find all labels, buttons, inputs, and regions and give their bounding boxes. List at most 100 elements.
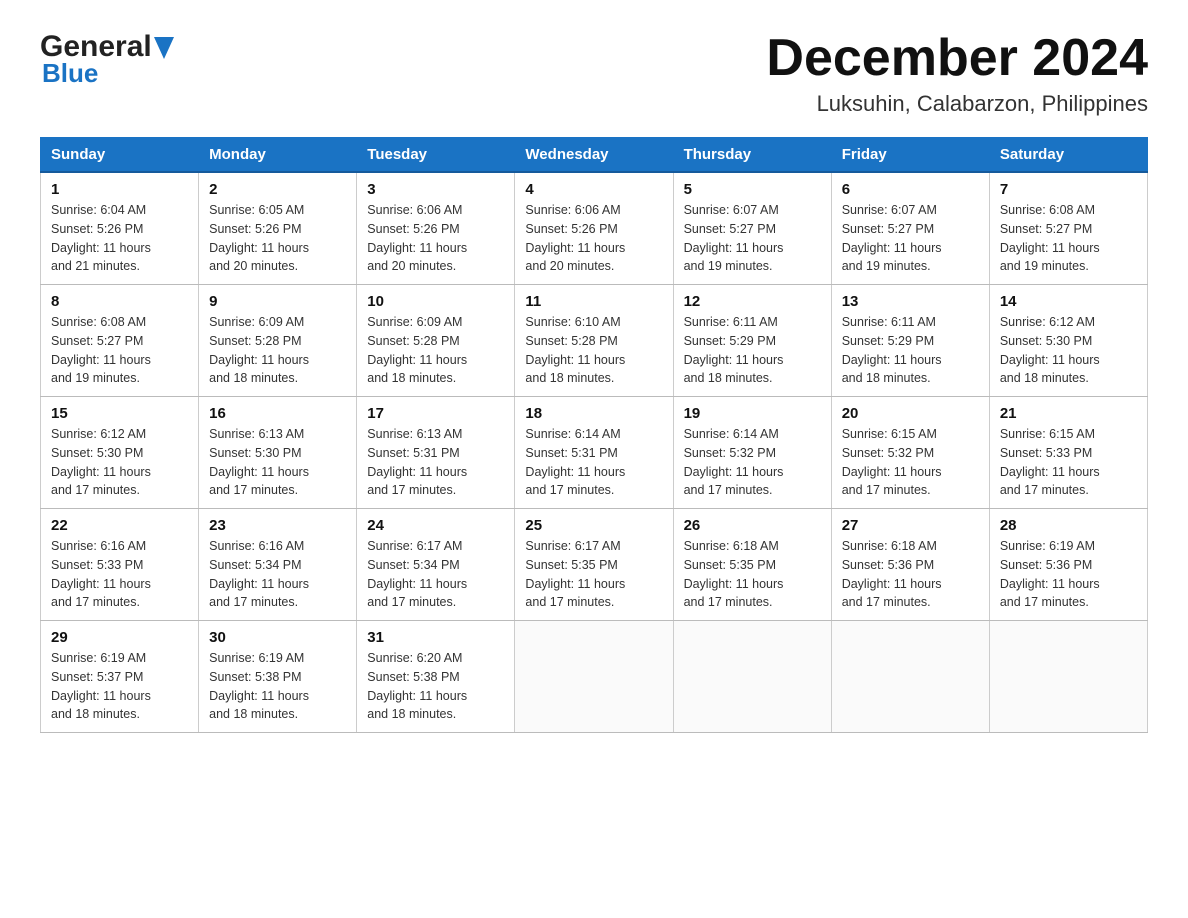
day-number: 2 xyxy=(209,181,346,198)
calendar-cell: 2 Sunrise: 6:05 AM Sunset: 5:26 PM Dayli… xyxy=(199,172,357,285)
calendar-cell: 11 Sunrise: 6:10 AM Sunset: 5:28 PM Dayl… xyxy=(515,285,673,397)
day-number: 5 xyxy=(684,181,821,198)
calendar-cell: 15 Sunrise: 6:12 AM Sunset: 5:30 PM Dayl… xyxy=(41,397,199,509)
calendar-cell: 8 Sunrise: 6:08 AM Sunset: 5:27 PM Dayli… xyxy=(41,285,199,397)
day-number: 15 xyxy=(51,405,188,422)
day-info: Sunrise: 6:06 AM Sunset: 5:26 PM Dayligh… xyxy=(367,201,504,276)
day-info: Sunrise: 6:16 AM Sunset: 5:34 PM Dayligh… xyxy=(209,537,346,612)
day-info: Sunrise: 6:19 AM Sunset: 5:36 PM Dayligh… xyxy=(1000,537,1137,612)
day-number: 24 xyxy=(367,517,504,534)
day-number: 6 xyxy=(842,181,979,198)
calendar-cell: 22 Sunrise: 6:16 AM Sunset: 5:33 PM Dayl… xyxy=(41,509,199,621)
calendar-cell: 17 Sunrise: 6:13 AM Sunset: 5:31 PM Dayl… xyxy=(357,397,515,509)
day-info: Sunrise: 6:13 AM Sunset: 5:30 PM Dayligh… xyxy=(209,425,346,500)
day-info: Sunrise: 6:09 AM Sunset: 5:28 PM Dayligh… xyxy=(209,313,346,388)
day-number: 4 xyxy=(525,181,662,198)
page-title: December 2024 xyxy=(766,30,1148,87)
calendar-cell: 5 Sunrise: 6:07 AM Sunset: 5:27 PM Dayli… xyxy=(673,172,831,285)
calendar-cell: 9 Sunrise: 6:09 AM Sunset: 5:28 PM Dayli… xyxy=(199,285,357,397)
day-number: 21 xyxy=(1000,405,1137,422)
calendar-day-header-friday: Friday xyxy=(831,138,989,173)
calendar-cell: 20 Sunrise: 6:15 AM Sunset: 5:32 PM Dayl… xyxy=(831,397,989,509)
day-info: Sunrise: 6:14 AM Sunset: 5:32 PM Dayligh… xyxy=(684,425,821,500)
day-info: Sunrise: 6:15 AM Sunset: 5:33 PM Dayligh… xyxy=(1000,425,1137,500)
page-header: General Blue December 2024 Luksuhin, Cal… xyxy=(40,30,1148,117)
page-subtitle: Luksuhin, Calabarzon, Philippines xyxy=(766,91,1148,117)
calendar-cell: 19 Sunrise: 6:14 AM Sunset: 5:32 PM Dayl… xyxy=(673,397,831,509)
day-info: Sunrise: 6:07 AM Sunset: 5:27 PM Dayligh… xyxy=(842,201,979,276)
calendar-week-row: 15 Sunrise: 6:12 AM Sunset: 5:30 PM Dayl… xyxy=(41,397,1148,509)
calendar-cell: 30 Sunrise: 6:19 AM Sunset: 5:38 PM Dayl… xyxy=(199,621,357,733)
day-number: 30 xyxy=(209,629,346,646)
logo-arrow-icon xyxy=(154,37,174,59)
calendar-cell: 31 Sunrise: 6:20 AM Sunset: 5:38 PM Dayl… xyxy=(357,621,515,733)
day-info: Sunrise: 6:09 AM Sunset: 5:28 PM Dayligh… xyxy=(367,313,504,388)
calendar-cell: 7 Sunrise: 6:08 AM Sunset: 5:27 PM Dayli… xyxy=(989,172,1147,285)
day-number: 7 xyxy=(1000,181,1137,198)
calendar-day-header-tuesday: Tuesday xyxy=(357,138,515,173)
calendar-header-row: SundayMondayTuesdayWednesdayThursdayFrid… xyxy=(41,138,1148,173)
day-info: Sunrise: 6:06 AM Sunset: 5:26 PM Dayligh… xyxy=(525,201,662,276)
title-block: December 2024 Luksuhin, Calabarzon, Phil… xyxy=(766,30,1148,117)
calendar-week-row: 29 Sunrise: 6:19 AM Sunset: 5:37 PM Dayl… xyxy=(41,621,1148,733)
day-info: Sunrise: 6:04 AM Sunset: 5:26 PM Dayligh… xyxy=(51,201,188,276)
calendar-day-header-sunday: Sunday xyxy=(41,138,199,173)
day-number: 16 xyxy=(209,405,346,422)
day-info: Sunrise: 6:11 AM Sunset: 5:29 PM Dayligh… xyxy=(842,313,979,388)
day-number: 3 xyxy=(367,181,504,198)
calendar-cell: 14 Sunrise: 6:12 AM Sunset: 5:30 PM Dayl… xyxy=(989,285,1147,397)
day-number: 19 xyxy=(684,405,821,422)
calendar-cell: 25 Sunrise: 6:17 AM Sunset: 5:35 PM Dayl… xyxy=(515,509,673,621)
calendar-cell: 6 Sunrise: 6:07 AM Sunset: 5:27 PM Dayli… xyxy=(831,172,989,285)
day-number: 1 xyxy=(51,181,188,198)
day-info: Sunrise: 6:17 AM Sunset: 5:35 PM Dayligh… xyxy=(525,537,662,612)
calendar-cell: 24 Sunrise: 6:17 AM Sunset: 5:34 PM Dayl… xyxy=(357,509,515,621)
day-number: 28 xyxy=(1000,517,1137,534)
day-info: Sunrise: 6:18 AM Sunset: 5:36 PM Dayligh… xyxy=(842,537,979,612)
calendar-cell xyxy=(831,621,989,733)
calendar-cell xyxy=(515,621,673,733)
day-number: 13 xyxy=(842,293,979,310)
day-info: Sunrise: 6:12 AM Sunset: 5:30 PM Dayligh… xyxy=(1000,313,1137,388)
calendar-cell: 12 Sunrise: 6:11 AM Sunset: 5:29 PM Dayl… xyxy=(673,285,831,397)
calendar-cell: 3 Sunrise: 6:06 AM Sunset: 5:26 PM Dayli… xyxy=(357,172,515,285)
day-info: Sunrise: 6:20 AM Sunset: 5:38 PM Dayligh… xyxy=(367,649,504,724)
day-info: Sunrise: 6:08 AM Sunset: 5:27 PM Dayligh… xyxy=(1000,201,1137,276)
day-number: 9 xyxy=(209,293,346,310)
day-info: Sunrise: 6:19 AM Sunset: 5:37 PM Dayligh… xyxy=(51,649,188,724)
day-info: Sunrise: 6:08 AM Sunset: 5:27 PM Dayligh… xyxy=(51,313,188,388)
calendar-cell: 28 Sunrise: 6:19 AM Sunset: 5:36 PM Dayl… xyxy=(989,509,1147,621)
day-number: 26 xyxy=(684,517,821,534)
calendar-cell: 23 Sunrise: 6:16 AM Sunset: 5:34 PM Dayl… xyxy=(199,509,357,621)
day-info: Sunrise: 6:17 AM Sunset: 5:34 PM Dayligh… xyxy=(367,537,504,612)
day-number: 11 xyxy=(525,293,662,310)
day-number: 8 xyxy=(51,293,188,310)
day-info: Sunrise: 6:10 AM Sunset: 5:28 PM Dayligh… xyxy=(525,313,662,388)
day-number: 12 xyxy=(684,293,821,310)
calendar-week-row: 22 Sunrise: 6:16 AM Sunset: 5:33 PM Dayl… xyxy=(41,509,1148,621)
calendar-week-row: 8 Sunrise: 6:08 AM Sunset: 5:27 PM Dayli… xyxy=(41,285,1148,397)
calendar-cell: 21 Sunrise: 6:15 AM Sunset: 5:33 PM Dayl… xyxy=(989,397,1147,509)
calendar-cell: 26 Sunrise: 6:18 AM Sunset: 5:35 PM Dayl… xyxy=(673,509,831,621)
day-number: 17 xyxy=(367,405,504,422)
day-number: 27 xyxy=(842,517,979,534)
calendar-cell: 18 Sunrise: 6:14 AM Sunset: 5:31 PM Dayl… xyxy=(515,397,673,509)
calendar-cell: 29 Sunrise: 6:19 AM Sunset: 5:37 PM Dayl… xyxy=(41,621,199,733)
day-number: 29 xyxy=(51,629,188,646)
day-info: Sunrise: 6:11 AM Sunset: 5:29 PM Dayligh… xyxy=(684,313,821,388)
day-info: Sunrise: 6:12 AM Sunset: 5:30 PM Dayligh… xyxy=(51,425,188,500)
calendar-cell: 13 Sunrise: 6:11 AM Sunset: 5:29 PM Dayl… xyxy=(831,285,989,397)
day-info: Sunrise: 6:05 AM Sunset: 5:26 PM Dayligh… xyxy=(209,201,346,276)
calendar-cell: 10 Sunrise: 6:09 AM Sunset: 5:28 PM Dayl… xyxy=(357,285,515,397)
calendar-cell: 16 Sunrise: 6:13 AM Sunset: 5:30 PM Dayl… xyxy=(199,397,357,509)
day-number: 10 xyxy=(367,293,504,310)
day-info: Sunrise: 6:15 AM Sunset: 5:32 PM Dayligh… xyxy=(842,425,979,500)
day-number: 22 xyxy=(51,517,188,534)
day-number: 14 xyxy=(1000,293,1137,310)
day-info: Sunrise: 6:19 AM Sunset: 5:38 PM Dayligh… xyxy=(209,649,346,724)
calendar-table: SundayMondayTuesdayWednesdayThursdayFrid… xyxy=(40,137,1148,733)
calendar-cell xyxy=(673,621,831,733)
calendar-cell: 4 Sunrise: 6:06 AM Sunset: 5:26 PM Dayli… xyxy=(515,172,673,285)
calendar-cell xyxy=(989,621,1147,733)
day-info: Sunrise: 6:16 AM Sunset: 5:33 PM Dayligh… xyxy=(51,537,188,612)
